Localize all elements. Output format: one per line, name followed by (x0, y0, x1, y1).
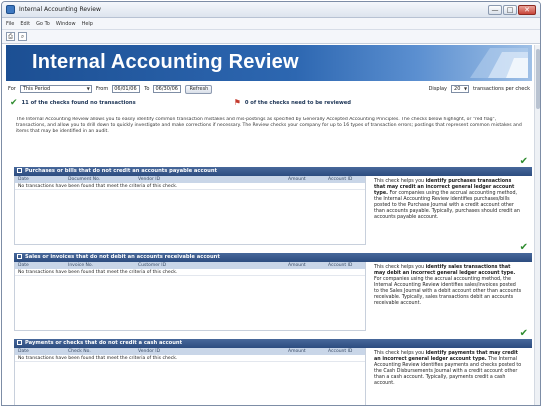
menu-window[interactable]: Window (56, 21, 76, 27)
minimize-button[interactable]: — (488, 4, 502, 15)
to-date-field[interactable]: 06/30/06 (153, 85, 182, 93)
collapse-icon[interactable] (17, 168, 22, 173)
results-table: Date Check No. Vendor ID Amount Account … (14, 348, 366, 405)
section-header[interactable]: Purchases or bills that do not credit an… (14, 167, 532, 176)
help-text: This check helps you (374, 265, 426, 270)
period-select[interactable]: This Period (19, 85, 92, 93)
toolbar: ⎙ ⌕ (2, 30, 540, 44)
table-header: Date Document No. Vendor ID Amount Accou… (15, 176, 365, 183)
for-label: For (8, 86, 16, 92)
column-header[interactable]: Customer ID (135, 262, 285, 269)
report-content: Internal Accounting Review For This Peri… (2, 45, 536, 405)
check-section-payables: ✔ Purchases or bills that do not credit … (14, 156, 532, 253)
collapse-icon[interactable] (17, 340, 22, 345)
check-section-receivables: ✔ Sales or invoices that do not debit an… (14, 242, 532, 339)
vertical-scrollbar[interactable] (534, 45, 540, 405)
menu-bar: File Edit Go To Window Help (2, 18, 540, 30)
results-table: Date Invoice No. Customer ID Amount Acco… (14, 262, 366, 331)
section-help: This check helps you identify sales tran… (366, 262, 522, 331)
report-banner: Internal Accounting Review (6, 45, 532, 81)
column-header[interactable]: Date (15, 176, 65, 183)
display-label: Display (428, 86, 448, 92)
section-header[interactable]: Sales or invoices that do not debit an a… (14, 253, 532, 262)
report-title: Internal Accounting Review (32, 51, 299, 73)
app-window: Internal Accounting Review — □ ✕ File Ed… (1, 1, 541, 406)
print-icon[interactable]: ⎙ (6, 32, 15, 41)
section-title: Payments or checks that do not credit a … (25, 340, 183, 346)
collapse-icon[interactable] (17, 254, 22, 259)
passed-summary: 11 of the checks found no transactions (21, 100, 136, 106)
section-title: Sales or invoices that do not debit an a… (25, 254, 220, 260)
menu-edit[interactable]: Edit (20, 21, 30, 27)
display-suffix: transactions per check (473, 86, 530, 92)
scrollbar-thumb[interactable] (536, 49, 540, 109)
check-mark-icon: ✔ (519, 242, 528, 253)
check-mark-icon: ✔ (519, 328, 528, 339)
column-header[interactable]: Date (15, 348, 65, 355)
filter-bar: For This Period From 06/01/06 To 06/30/0… (8, 83, 530, 95)
display-count-select[interactable]: 20 (451, 85, 470, 93)
refresh-button[interactable]: Refresh (185, 84, 213, 94)
column-header[interactable]: Invoice No. (65, 262, 135, 269)
from-date-field[interactable]: 06/01/06 (112, 85, 141, 93)
empty-message: No transactions have been found that mee… (15, 355, 365, 362)
banner-graphic-icon (470, 48, 528, 78)
help-text: This check helps you (374, 351, 426, 356)
preview-icon[interactable]: ⌕ (18, 32, 27, 41)
column-header[interactable]: Account ID (325, 176, 365, 183)
column-header[interactable]: Account ID (325, 348, 365, 355)
empty-message: No transactions have been found that mee… (15, 183, 365, 190)
column-header[interactable]: Vendor ID (135, 176, 285, 183)
maximize-button[interactable]: □ (503, 4, 517, 15)
help-text: For companies using the accrual accounti… (374, 191, 520, 220)
section-help: This check helps you identify purchases … (366, 176, 522, 245)
help-text: This check helps you (374, 179, 426, 184)
summary-bar: ✔ 11 of the checks found no transactions… (10, 97, 528, 109)
column-header[interactable]: Amount (285, 176, 325, 183)
column-header[interactable]: Check No. (65, 348, 135, 355)
intro-text: The Internal Accounting Review allows yo… (16, 117, 522, 135)
column-header[interactable]: Date (15, 262, 65, 269)
from-label: From (95, 86, 109, 92)
column-header[interactable]: Amount (285, 262, 325, 269)
section-title: Purchases or bills that do not credit an… (25, 168, 218, 174)
section-help: This check helps you identify payments t… (366, 348, 522, 405)
empty-message: No transactions have been found that mee… (15, 269, 365, 276)
title-bar[interactable]: Internal Accounting Review — □ ✕ (2, 2, 540, 18)
column-header[interactable]: Vendor ID (135, 348, 285, 355)
check-section-cash: ✔ Payments or checks that do not credit … (14, 328, 532, 405)
section-header[interactable]: Payments or checks that do not credit a … (14, 339, 532, 348)
check-mark-icon: ✔ (10, 97, 18, 108)
red-flag-icon: ⚑ (233, 98, 241, 107)
column-header[interactable]: Amount (285, 348, 325, 355)
menu-goto[interactable]: Go To (36, 21, 50, 27)
help-text: For companies using the accrual accounti… (374, 277, 522, 306)
menu-help[interactable]: Help (82, 21, 93, 27)
results-table: Date Document No. Vendor ID Amount Accou… (14, 176, 366, 245)
table-header: Date Check No. Vendor ID Amount Account … (15, 348, 365, 355)
table-header: Date Invoice No. Customer ID Amount Acco… (15, 262, 365, 269)
close-button[interactable]: ✕ (518, 4, 536, 15)
check-mark-icon: ✔ (519, 156, 528, 167)
column-header[interactable]: Document No. (65, 176, 135, 183)
to-label: To (144, 86, 150, 92)
menu-file[interactable]: File (6, 21, 14, 27)
app-icon (6, 5, 15, 14)
window-controls: — □ ✕ (488, 4, 536, 15)
column-header[interactable]: Account ID (325, 262, 365, 269)
flagged-summary: 0 of the checks need to be reviewed (244, 100, 352, 106)
window-title: Internal Accounting Review (19, 6, 101, 13)
